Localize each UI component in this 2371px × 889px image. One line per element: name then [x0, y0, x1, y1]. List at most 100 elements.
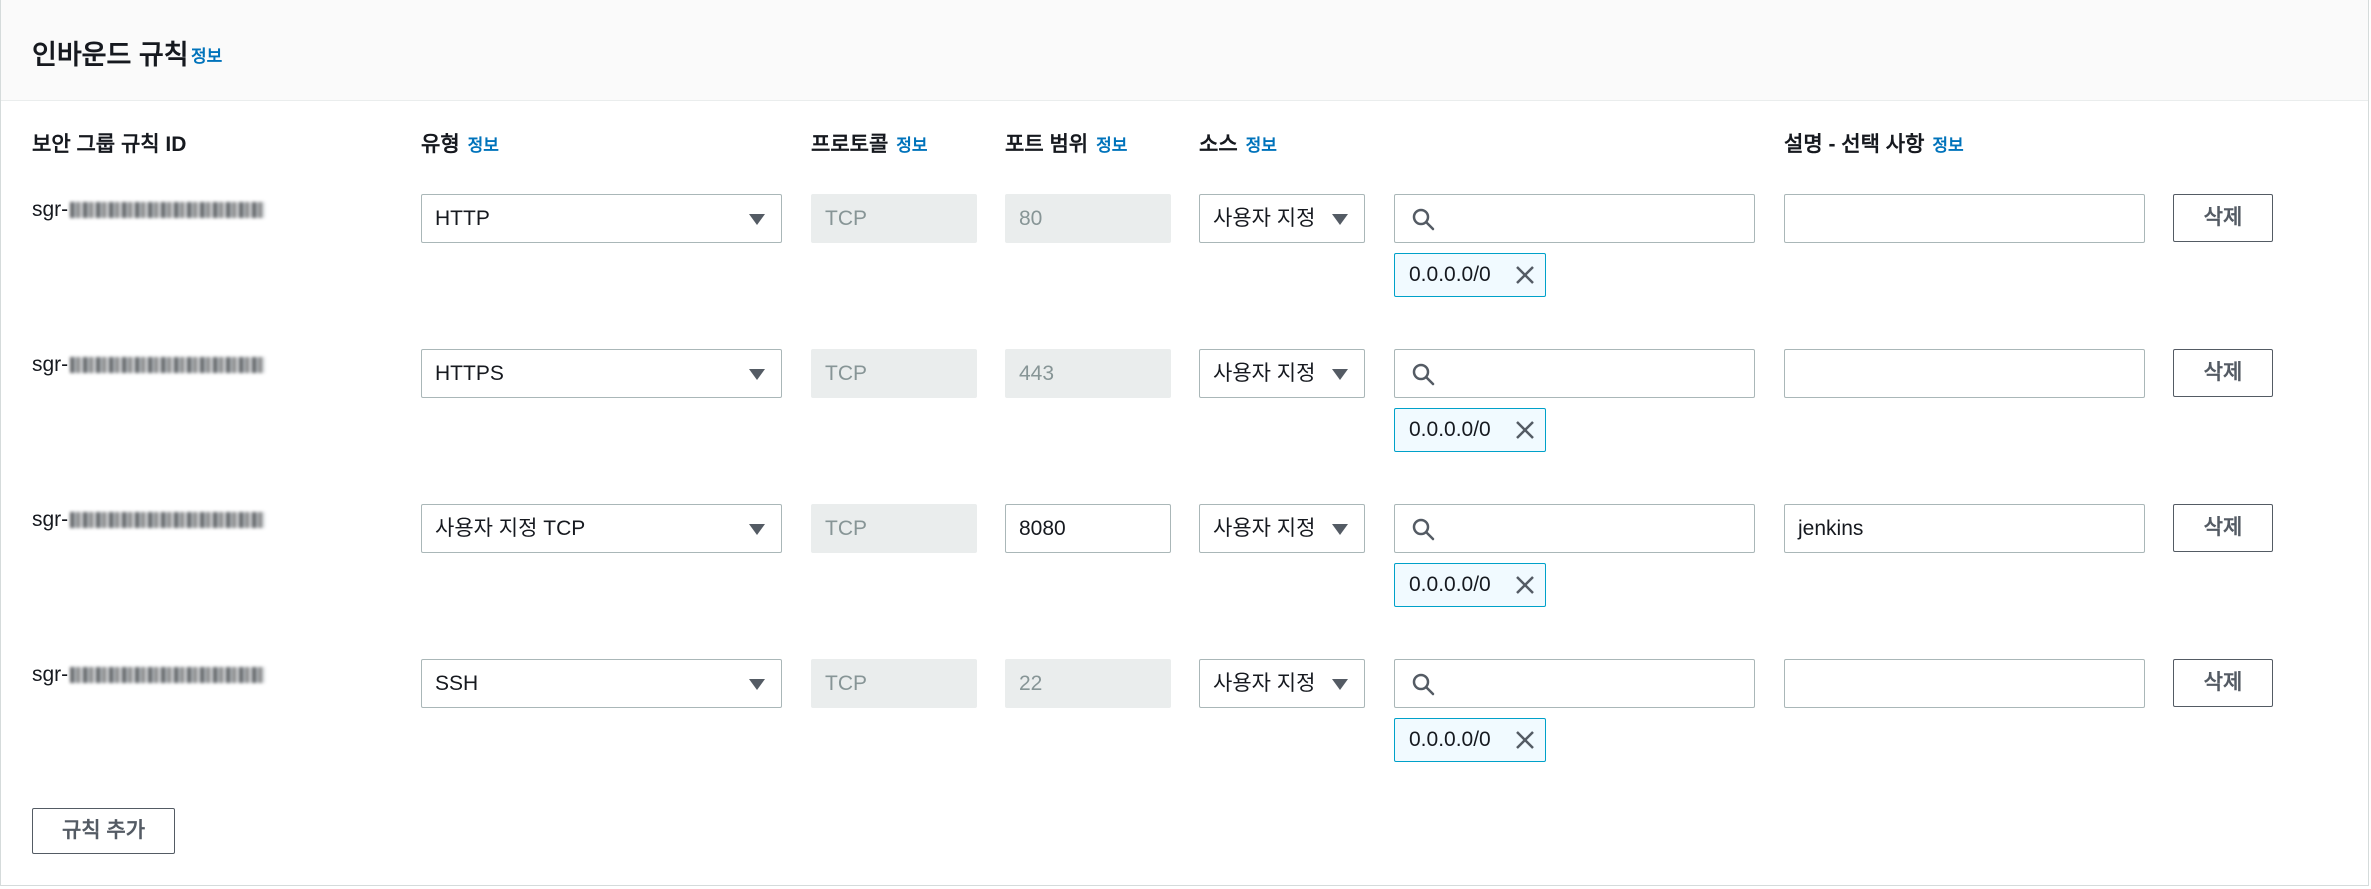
type-select[interactable]: HTTP	[421, 194, 782, 243]
rule-id: sgr-	[32, 198, 266, 222]
delete-rule-button[interactable]: 삭제	[2173, 194, 2273, 242]
panel-title: 인바운드 규칙	[32, 40, 189, 70]
rule-id: sgr-	[32, 508, 266, 532]
type-info-link[interactable]: 정보	[468, 136, 499, 155]
caret-down-icon	[749, 679, 765, 690]
description-input[interactable]	[1784, 349, 2145, 398]
close-icon[interactable]	[1515, 265, 1535, 285]
port-range-input[interactable]: 8080	[1005, 504, 1171, 553]
source-type-select[interactable]: 사용자 지정	[1199, 659, 1365, 708]
source-type-value: 사용자 지정	[1213, 362, 1316, 385]
close-icon[interactable]	[1515, 575, 1535, 595]
delete-rule-button[interactable]: 삭제	[2173, 504, 2273, 552]
port-range-info-link[interactable]: 정보	[1096, 136, 1127, 155]
column-label: 설명 - 선택 사항	[1784, 133, 1925, 156]
caret-down-icon	[749, 369, 765, 380]
description-input[interactable]: jenkins	[1784, 504, 2145, 553]
port-range-field: 80	[1005, 194, 1171, 243]
protocol-value: TCP	[825, 207, 867, 230]
type-select[interactable]: HTTPS	[421, 349, 782, 398]
inbound-rules-panel: 인바운드 규칙 정보 보안 그룹 규칙 ID 유형 정보 프로토콜 정보 포트 범위…	[0, 0, 2369, 886]
protocol-field: TCP	[811, 504, 977, 553]
source-type-value: 사용자 지정	[1213, 672, 1316, 695]
caret-down-icon	[1332, 214, 1348, 225]
cidr-token: 0.0.0.0/0	[1394, 253, 1546, 297]
cidr-token: 0.0.0.0/0	[1394, 563, 1546, 607]
port-value: 8080	[1019, 517, 1066, 540]
add-rule-button[interactable]: 규칙 추가	[32, 808, 175, 854]
column-label: 보안 그룹 규칙 ID	[32, 133, 187, 156]
protocol-field: TCP	[811, 659, 977, 708]
caret-down-icon	[1332, 524, 1348, 535]
rule-id-prefix: sgr-	[32, 198, 69, 221]
column-header-type: 유형 정보	[421, 128, 499, 158]
cidr-value: 0.0.0.0/0	[1409, 263, 1491, 286]
column-header-rule-id: 보안 그룹 규칙 ID	[32, 128, 186, 158]
cidr-value: 0.0.0.0/0	[1409, 418, 1491, 441]
protocol-value: TCP	[825, 672, 867, 695]
source-type-select[interactable]: 사용자 지정	[1199, 349, 1365, 398]
rule-id-prefix: sgr-	[32, 663, 69, 686]
protocol-value: TCP	[825, 362, 867, 385]
redacted-id	[70, 667, 266, 684]
column-label: 포트 범위	[1005, 133, 1089, 156]
description-input[interactable]	[1784, 659, 2145, 708]
port-value: 443	[1019, 362, 1055, 385]
type-select[interactable]: SSH	[421, 659, 782, 708]
search-icon	[1412, 518, 1435, 541]
rule-id-prefix: sgr-	[32, 508, 69, 531]
type-value: SSH	[435, 672, 479, 695]
type-value: HTTP	[435, 207, 490, 230]
column-label: 유형	[421, 133, 460, 156]
source-type-select[interactable]: 사용자 지정	[1199, 504, 1365, 553]
delete-rule-button[interactable]: 삭제	[2173, 349, 2273, 397]
panel-header: 인바운드 규칙 정보	[1, 0, 2368, 101]
port-range-field: 22	[1005, 659, 1171, 708]
rule-row: sgr- HTTP TCP 80 사용자 지정 삭제 0.0.0.0/0	[1, 194, 2368, 334]
cidr-value: 0.0.0.0/0	[1409, 728, 1491, 751]
search-icon	[1412, 208, 1435, 231]
rule-row: sgr- SSH TCP 22 사용자 지정 삭제 0.0.0.0/0	[1, 659, 2368, 799]
close-icon[interactable]	[1515, 730, 1535, 750]
source-type-value: 사용자 지정	[1213, 517, 1316, 540]
source-search-input[interactable]	[1394, 659, 1755, 708]
source-search-input[interactable]	[1394, 504, 1755, 553]
column-header-description: 설명 - 선택 사항 정보	[1784, 128, 1964, 158]
protocol-info-link[interactable]: 정보	[896, 136, 927, 155]
column-header-protocol: 프로토콜 정보	[811, 128, 928, 158]
column-label: 프로토콜	[811, 133, 889, 156]
source-info-link[interactable]: 정보	[1246, 136, 1277, 155]
protocol-value: TCP	[825, 517, 867, 540]
source-search-input[interactable]	[1394, 349, 1755, 398]
source-type-select[interactable]: 사용자 지정	[1199, 194, 1365, 243]
rule-row: sgr- HTTPS TCP 443 사용자 지정 삭제 0.0.0.0/0	[1, 349, 2368, 489]
source-search-input[interactable]	[1394, 194, 1755, 243]
source-type-value: 사용자 지정	[1213, 207, 1316, 230]
cidr-token: 0.0.0.0/0	[1394, 718, 1546, 762]
column-header-port-range: 포트 범위 정보	[1005, 128, 1127, 158]
port-value: 22	[1019, 672, 1043, 695]
protocol-field: TCP	[811, 194, 977, 243]
cidr-token: 0.0.0.0/0	[1394, 408, 1546, 452]
description-info-link[interactable]: 정보	[1932, 136, 1963, 155]
caret-down-icon	[1332, 679, 1348, 690]
port-value: 80	[1019, 207, 1043, 230]
search-icon	[1412, 673, 1435, 696]
description-value: jenkins	[1798, 517, 1864, 540]
rule-id: sgr-	[32, 353, 266, 377]
description-input[interactable]	[1784, 194, 2145, 243]
caret-down-icon	[749, 214, 765, 225]
rule-id-prefix: sgr-	[32, 353, 69, 376]
rule-id: sgr-	[32, 663, 266, 687]
port-range-field: 443	[1005, 349, 1171, 398]
redacted-id	[70, 202, 266, 219]
panel-info-link[interactable]: 정보	[191, 42, 222, 67]
delete-rule-button[interactable]: 삭제	[2173, 659, 2273, 707]
type-select[interactable]: 사용자 지정 TCP	[421, 504, 782, 553]
cidr-value: 0.0.0.0/0	[1409, 573, 1491, 596]
caret-down-icon	[1332, 369, 1348, 380]
redacted-id	[70, 357, 266, 374]
type-value: HTTPS	[435, 362, 504, 385]
protocol-field: TCP	[811, 349, 977, 398]
close-icon[interactable]	[1515, 420, 1535, 440]
